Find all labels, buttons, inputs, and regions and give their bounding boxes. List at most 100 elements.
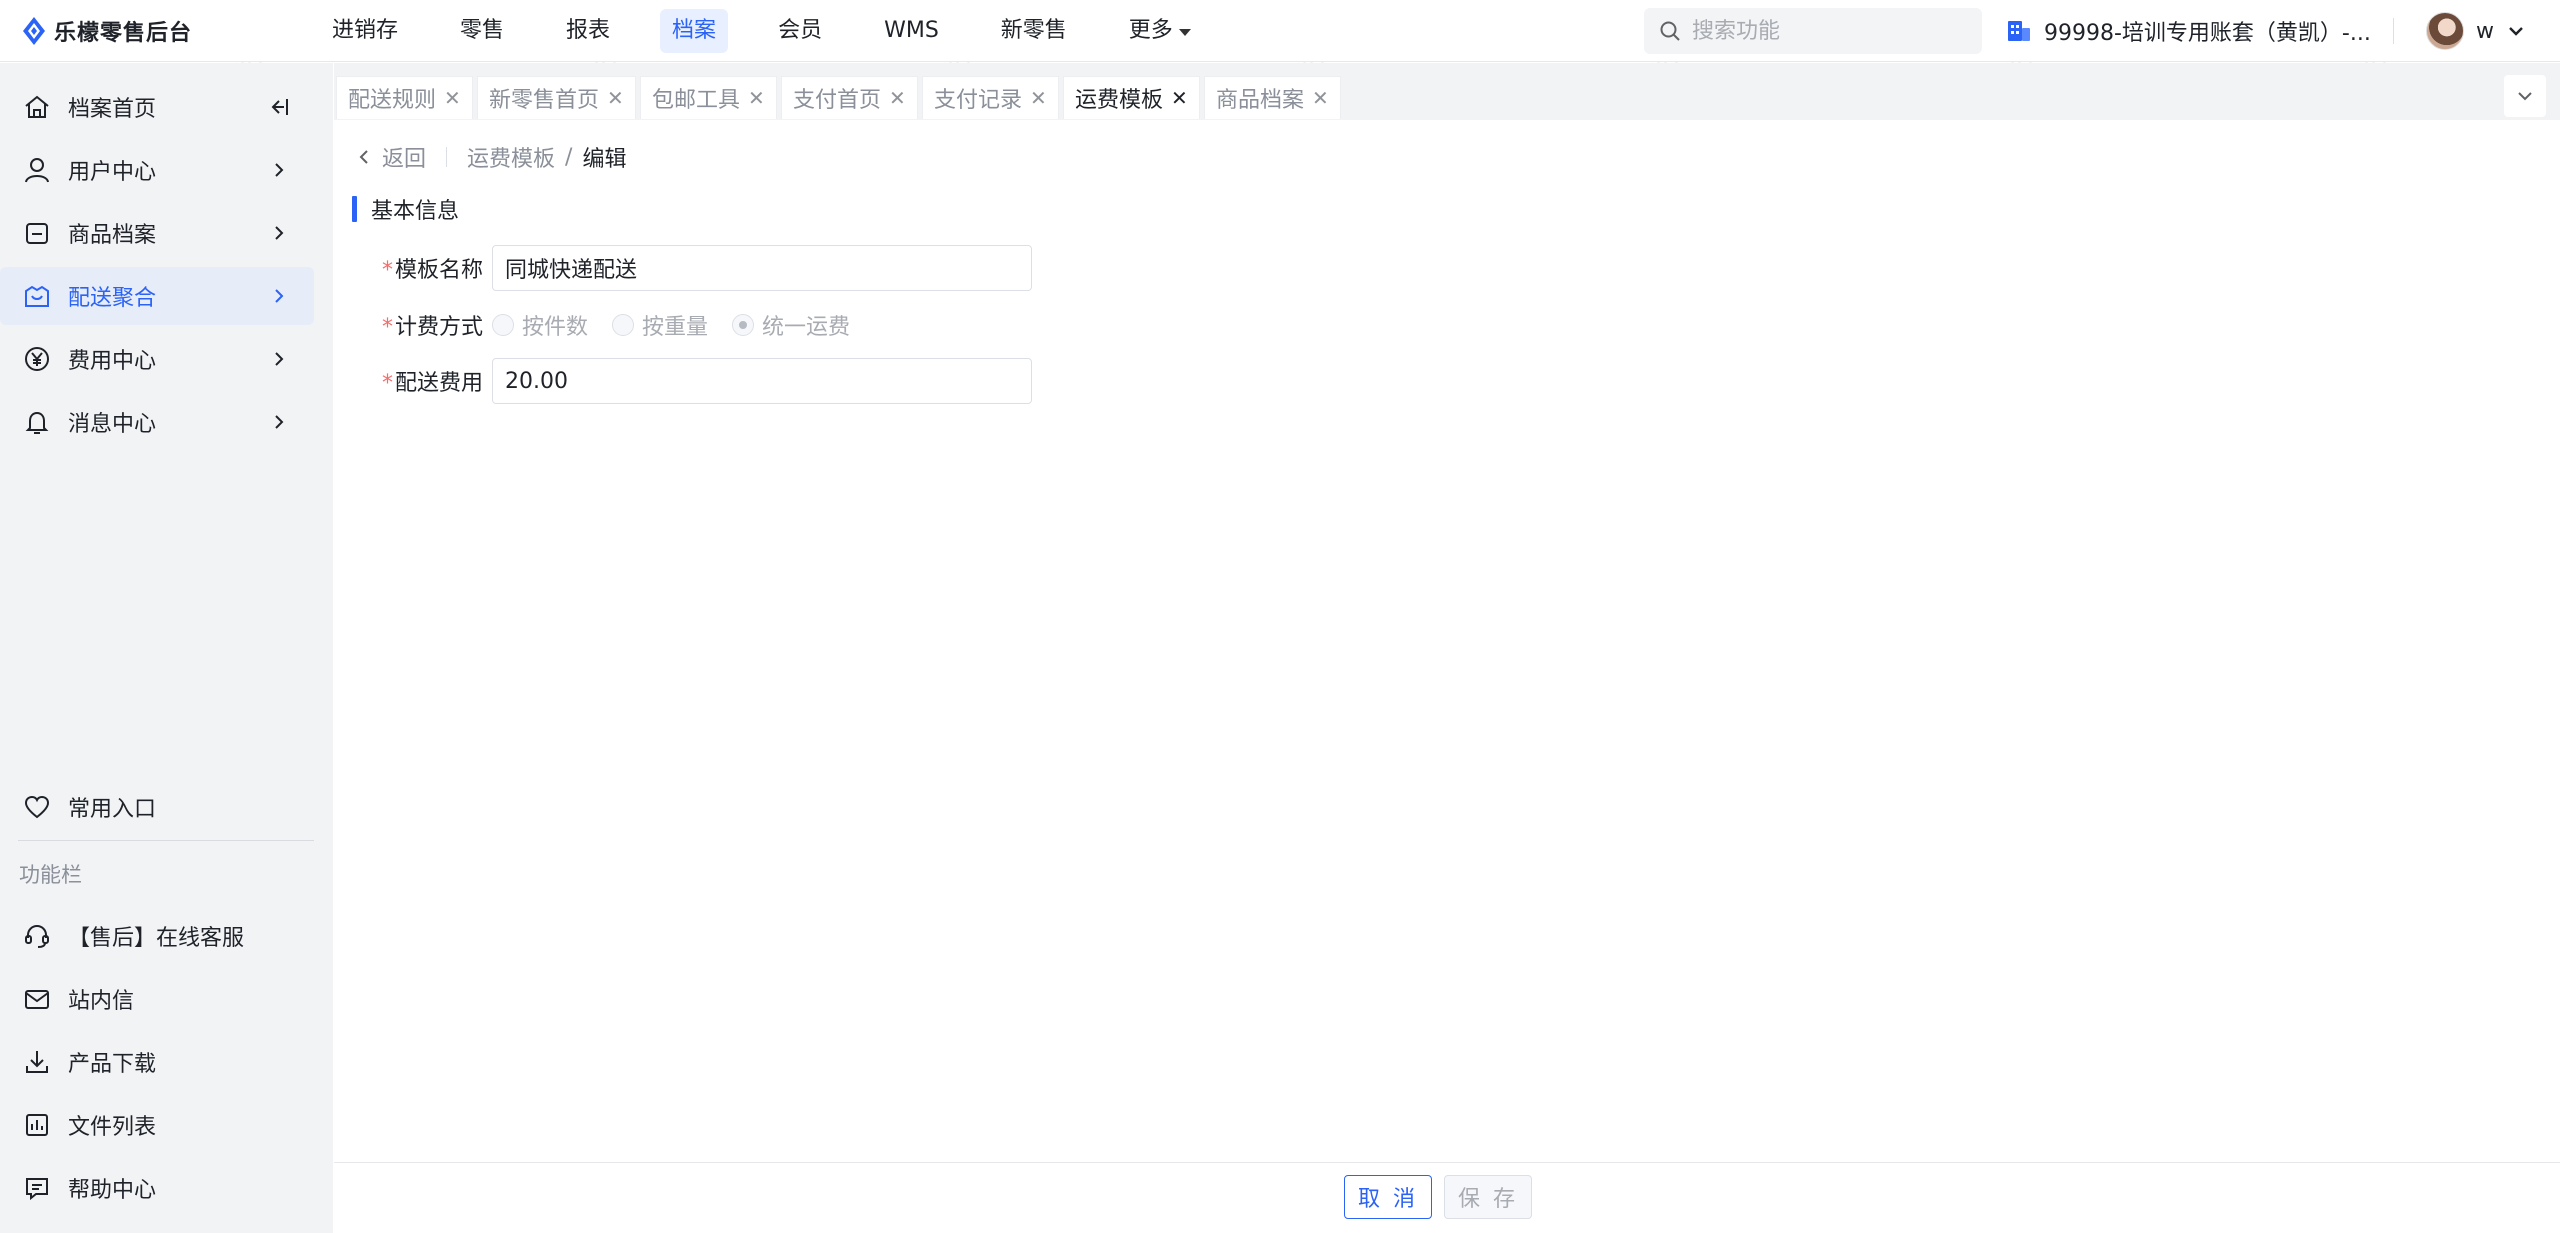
search-input[interactable] (1692, 18, 1962, 44)
radio-by-weight[interactable]: 按重量 (612, 309, 708, 341)
tab-new-retail-home[interactable]: 新零售首页 ✕ (477, 76, 636, 119)
form-row-fee: *配送费用 (382, 358, 1032, 404)
topnav-item-more[interactable]: 更多 (1117, 9, 1203, 53)
delivery-fee-input[interactable] (492, 358, 1032, 404)
top-bar: 乐檬零售后台 进销存 零售 报表 档案 会员 WMS 新零售 更多 99998-… (0, 0, 2560, 62)
sidebar-item-product-archive[interactable]: 商品档案 (0, 204, 314, 262)
chart-file-icon (22, 1110, 52, 1140)
download-icon (22, 1047, 52, 1077)
close-icon[interactable]: ✕ (1171, 86, 1188, 110)
breadcrumb: 返回 运费模板 / 编辑 (356, 142, 626, 172)
user-name: w (2476, 18, 2494, 44)
form-footer: 取 消 保 存 (334, 1162, 2560, 1233)
caret-down-icon (1178, 28, 1191, 36)
user-menu[interactable]: w (2426, 11, 2526, 51)
topnav-item-wms[interactable]: WMS (872, 9, 951, 53)
billing-radio-group: 按件数 按重量 统一运费 (492, 309, 850, 341)
topnav-item-archive[interactable]: 档案 (660, 9, 729, 53)
chevron-right-icon (270, 160, 288, 186)
chevron-down-icon (2509, 27, 2523, 36)
sidebar-item-label: 站内信 (68, 989, 135, 1014)
sidebar-item-label: 常用入口 (68, 797, 157, 822)
radio-flat-rate[interactable]: 统一运费 (732, 309, 850, 341)
tabs-bar: 配送规则 ✕ 新零售首页 ✕ 包邮工具 ✕ 支付首页 ✕ 支付记录 ✕ 运费模板 ✕ 商品档… (334, 63, 2560, 120)
chevron-left-icon[interactable] (356, 148, 372, 166)
chevron-right-icon (270, 286, 288, 312)
close-icon[interactable]: ✕ (607, 86, 624, 110)
topnav-label: 进销存 (332, 18, 399, 43)
sidebar-item-label: 【售后】在线客服 (68, 926, 245, 951)
tab-freight-template[interactable]: 运费模板 ✕ (1063, 76, 1200, 119)
sidebar-item-fee-center[interactable]: 费用中心 (0, 330, 314, 388)
sidebar-item-delivery[interactable]: 配送聚合 (0, 267, 314, 325)
breadcrumb-current: 编辑 (582, 147, 627, 172)
save-button[interactable]: 保 存 (1444, 1175, 1532, 1219)
app-logo[interactable]: 乐檬零售后台 (22, 16, 192, 46)
sidebar-section-title: 功能栏 (19, 863, 82, 887)
close-icon[interactable]: ✕ (444, 86, 461, 110)
sidebar-item-user-center[interactable]: 用户中心 (0, 141, 314, 199)
topnav-item-retail[interactable]: 零售 (448, 9, 516, 53)
sidebar-tool-download[interactable]: 产品下载 (0, 1033, 314, 1091)
back-link[interactable]: 返回 (382, 141, 426, 173)
tab-payment-records[interactable]: 支付记录 ✕ (922, 76, 1059, 119)
sidebar-item-label: 配送聚合 (68, 286, 157, 311)
home-icon (22, 92, 52, 122)
radio-by-piece[interactable]: 按件数 (492, 309, 588, 341)
sidebar-item-label: 用户中心 (68, 160, 157, 185)
breadcrumb-divider (446, 147, 448, 167)
breadcrumb-parent[interactable]: 运费模板 (467, 141, 555, 173)
building-icon (2008, 21, 2030, 41)
topnav-item-reports[interactable]: 报表 (554, 9, 622, 53)
top-nav: 进销存 零售 报表 档案 会员 WMS 新零售 更多 (320, 8, 1241, 54)
topnav-label: 会员 (778, 18, 823, 43)
tab-label: 新零售首页 (489, 88, 600, 113)
close-icon[interactable]: ✕ (748, 86, 765, 110)
collapse-sidebar-icon[interactable] (268, 95, 292, 125)
close-icon[interactable]: ✕ (1312, 86, 1329, 110)
label-text: 配送费用 (395, 371, 484, 396)
form-label-fee: *配送费用 (382, 365, 492, 397)
account-label: 99998-培训专用账套（黄凯）-... (2044, 21, 2371, 46)
sidebar-item-label: 产品下载 (68, 1052, 157, 1077)
form-label-billing: *计费方式 (382, 309, 492, 341)
topnav-label: 档案 (672, 18, 717, 43)
sidebar-tool-support[interactable]: 【售后】在线客服 (0, 907, 314, 965)
tabs-dropdown-button[interactable] (2504, 75, 2546, 117)
topnav-label: WMS (884, 18, 939, 43)
tab-free-shipping-tool[interactable]: 包邮工具 ✕ (640, 76, 777, 119)
topnav-item-new-retail[interactable]: 新零售 (989, 9, 1079, 53)
required-mark: * (382, 315, 393, 340)
logo-icon (23, 17, 45, 45)
bell-icon (22, 407, 52, 437)
chevron-right-icon (270, 412, 288, 438)
breadcrumb-separator: / (565, 144, 573, 170)
radio-circle (612, 314, 635, 336)
tab-product-archive[interactable]: 商品档案 ✕ (1204, 76, 1341, 119)
cancel-button[interactable]: 取 消 (1344, 1175, 1432, 1219)
template-name-input[interactable] (492, 245, 1032, 291)
close-icon[interactable]: ✕ (889, 86, 906, 110)
headset-icon (22, 921, 52, 951)
topnav-label: 报表 (566, 18, 611, 43)
header-divider (2393, 18, 2394, 44)
topnav-label: 更多 (1128, 18, 1173, 43)
sidebar-item-label: 消息中心 (68, 412, 157, 437)
topnav-item-inventory[interactable]: 进销存 (320, 9, 410, 53)
product-icon (22, 218, 52, 248)
sidebar-tool-file-list[interactable]: 文件列表 (0, 1096, 314, 1154)
sidebar-tool-inbox[interactable]: 站内信 (0, 970, 314, 1028)
sidebar-item-archive-home[interactable]: 档案首页 (0, 78, 314, 136)
required-mark: * (382, 258, 393, 283)
sidebar-tool-help[interactable]: 帮助中心 (0, 1159, 314, 1217)
tab-payment-home[interactable]: 支付首页 ✕ (781, 76, 918, 119)
search-box[interactable] (1644, 8, 1982, 54)
close-icon[interactable]: ✕ (1030, 86, 1047, 110)
tab-delivery-rules[interactable]: 配送规则 ✕ (336, 76, 473, 119)
topnav-item-member[interactable]: 会员 (766, 9, 834, 53)
account-switcher[interactable]: 99998-培训专用账套（黄凯）-... (2006, 12, 2371, 50)
sidebar-divider (18, 840, 314, 841)
delivery-icon (22, 281, 52, 311)
sidebar-item-message-center[interactable]: 消息中心 (0, 393, 314, 451)
sidebar-favorites[interactable]: 常用入口 (0, 778, 314, 836)
